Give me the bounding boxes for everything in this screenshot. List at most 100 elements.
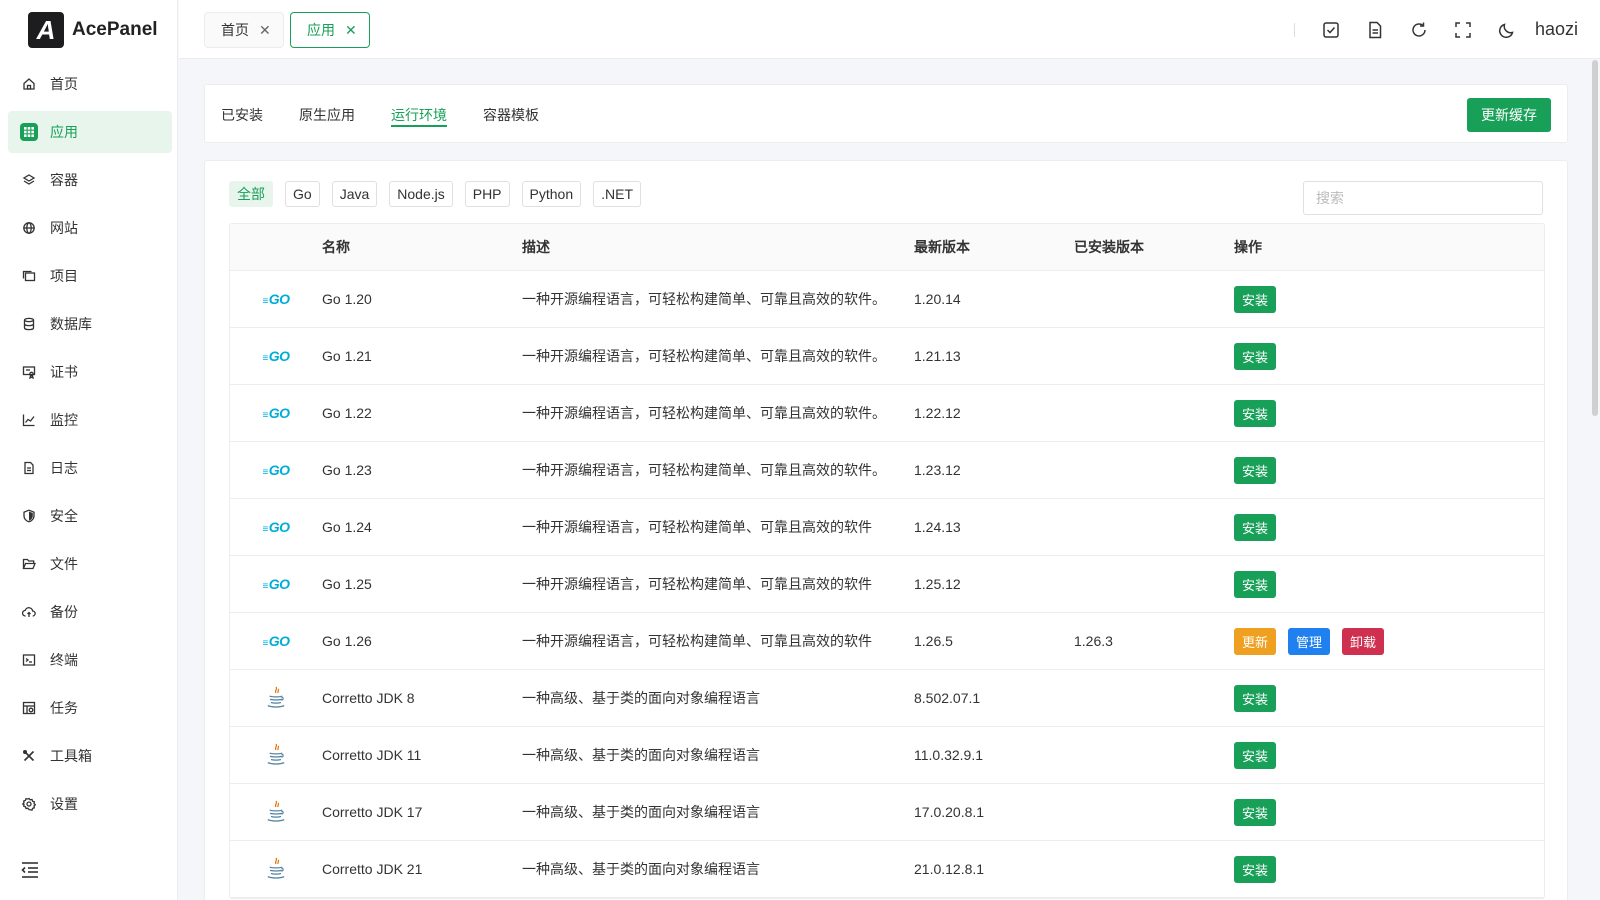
header-tab-apps[interactable]: 应用 ✕	[290, 12, 370, 48]
sidebar-item-5[interactable]: 数据库	[8, 303, 172, 345]
close-icon[interactable]: ✕	[259, 22, 271, 39]
header-tab-home[interactable]: 首页 ✕	[204, 12, 284, 48]
collapse-sidebar-icon[interactable]	[20, 860, 40, 880]
table-row: ≡GO Go 1.22 一种开源编程语言，可轻松构建简单、可靠且高效的软件。 1.22…	[230, 385, 1544, 442]
header-tools: haozi	[1293, 0, 1578, 59]
install-button[interactable]: 安装	[1234, 513, 1277, 541]
column-latest: 最新版本	[914, 239, 970, 255]
app-tab-2[interactable]: 运行环境	[391, 85, 447, 144]
divider	[1293, 22, 1295, 37]
filter-chip-3[interactable]: Node.js	[389, 181, 453, 207]
install-button[interactable]: 安装	[1234, 798, 1277, 826]
sidebar-item-9[interactable]: 安全	[8, 495, 172, 537]
row-icon-cell	[230, 742, 322, 769]
folder-open-icon	[20, 555, 38, 573]
database-icon	[20, 315, 38, 333]
document-icon	[20, 459, 38, 477]
sidebar-item-3[interactable]: 网站	[8, 207, 172, 249]
fullscreen-icon[interactable]	[1441, 0, 1485, 59]
sidebar-item-6[interactable]: 证书	[8, 351, 172, 393]
install-button[interactable]: 安装	[1234, 399, 1277, 427]
row-name: Go 1.21	[322, 348, 372, 364]
sidebar-item-4[interactable]: 项目	[8, 255, 172, 297]
row-ops: 安装	[1234, 285, 1544, 313]
sidebar-item-10[interactable]: 文件	[8, 543, 172, 585]
go-logo-text: GO	[268, 519, 290, 535]
app-tab-0[interactable]: 已安装	[221, 85, 263, 144]
layers-icon	[20, 171, 38, 189]
app-tab-3[interactable]: 容器模板	[483, 85, 539, 144]
install-button[interactable]: 安装	[1234, 456, 1277, 484]
install-button[interactable]: 安装	[1234, 342, 1277, 370]
row-latest-version: 21.0.12.8.1	[914, 861, 985, 877]
row-latest-version: 1.24.13	[914, 519, 961, 535]
install-button[interactable]: 安装	[1234, 741, 1277, 769]
app-tab-1[interactable]: 原生应用	[299, 85, 355, 144]
update-button[interactable]: 更新	[1234, 627, 1277, 655]
install-button[interactable]: 安装	[1234, 855, 1277, 883]
document-icon[interactable]	[1353, 0, 1397, 59]
username[interactable]: haozi	[1535, 19, 1578, 40]
table-row: Corretto JDK 21 一种高级、基于类的面向对象编程语言 21.0.12.…	[230, 841, 1544, 898]
row-name: Corretto JDK 21	[322, 861, 423, 877]
table-row: ≡GO Go 1.20 一种开源编程语言，可轻松构建简单、可靠且高效的软件。 1.20…	[230, 271, 1544, 328]
row-latest-version: 17.0.20.8.1	[914, 804, 985, 820]
install-button[interactable]: 安装	[1234, 285, 1277, 313]
row-name: Go 1.25	[322, 576, 372, 592]
search-input[interactable]	[1303, 181, 1543, 215]
close-icon[interactable]: ✕	[345, 22, 357, 39]
sidebar-item-13[interactable]: 任务	[8, 687, 172, 729]
app-name: AcePanel	[72, 19, 158, 40]
refresh-cache-button[interactable]: 更新缓存	[1467, 98, 1551, 132]
row-ops: 安装	[1234, 570, 1544, 598]
row-icon-cell: ≡GO	[230, 462, 322, 478]
sidebar-item-11[interactable]: 备份	[8, 591, 172, 633]
install-button[interactable]: 安装	[1234, 684, 1277, 712]
chart-icon	[20, 411, 38, 429]
filter-chip-4[interactable]: PHP	[464, 181, 510, 207]
row-ops: 更新 管理 卸载	[1234, 627, 1544, 655]
sidebar-item-1[interactable]: 应用	[8, 111, 172, 153]
table-row: ≡GO Go 1.24 一种开源编程语言，可轻松构建简单、可靠且高效的软件 1.24.…	[230, 499, 1544, 556]
certificate-icon	[20, 363, 38, 381]
install-button[interactable]: 安装	[1234, 570, 1277, 598]
row-icon-cell: ≡GO	[230, 348, 322, 364]
sidebar-item-label: 数据库	[50, 316, 92, 332]
task-check-icon[interactable]	[1309, 0, 1353, 59]
go-logo-text: GO	[268, 633, 290, 649]
app-tabs-card: 已安装 原生应用 运行环境 容器模板 更新缓存	[204, 84, 1568, 143]
page-scrollbar[interactable]	[1592, 60, 1598, 416]
uninstall-button[interactable]: 卸载	[1342, 627, 1385, 655]
logo-mark: A	[28, 12, 64, 48]
terminal-icon	[20, 651, 38, 669]
row-icon-cell: ≡GO	[230, 405, 322, 421]
filter-chip-5[interactable]: Python	[521, 181, 582, 207]
app-logo[interactable]: A AcePanel	[28, 12, 158, 48]
sidebar-item-7[interactable]: 监控	[8, 399, 172, 441]
sidebar-item-2[interactable]: 容器	[8, 159, 172, 201]
java-logo-icon	[266, 742, 286, 769]
sidebar-item-15[interactable]: 设置	[8, 783, 172, 825]
refresh-icon[interactable]	[1397, 0, 1441, 59]
row-desc: 一种高级、基于类的面向对象编程语言	[522, 861, 760, 877]
filter-chip-1[interactable]: Go	[285, 181, 320, 207]
row-icon-cell: ≡GO	[230, 519, 322, 535]
sidebar-item-8[interactable]: 日志	[8, 447, 172, 489]
cloud-backup-icon	[20, 603, 38, 621]
sidebar-item-12[interactable]: 终端	[8, 639, 172, 681]
task-icon	[20, 699, 38, 717]
row-ops: 安装	[1234, 741, 1544, 769]
table-row: Corretto JDK 17 一种高级、基于类的面向对象编程语言 17.0.20.…	[230, 784, 1544, 841]
filter-chip-2[interactable]: Java	[331, 181, 378, 207]
filter-chip-6[interactable]: .NET	[593, 181, 642, 207]
sidebar-item-0[interactable]: 首页	[8, 63, 172, 105]
filter-chip-0[interactable]: 全部	[229, 181, 273, 207]
sidebar-menu: 首页应用容器网站项目数据库证书监控日志安全文件备份终端任务工具箱设置	[8, 63, 172, 831]
go-logo-icon: ≡GO	[262, 462, 290, 478]
row-latest-version: 1.21.13	[914, 348, 961, 364]
sidebar-item-14[interactable]: 工具箱	[8, 735, 172, 777]
manage-button[interactable]: 管理	[1288, 627, 1331, 655]
dark-mode-moon-icon[interactable]	[1485, 0, 1529, 59]
row-ops: 安装	[1234, 399, 1544, 427]
row-name: Go 1.20	[322, 291, 372, 307]
